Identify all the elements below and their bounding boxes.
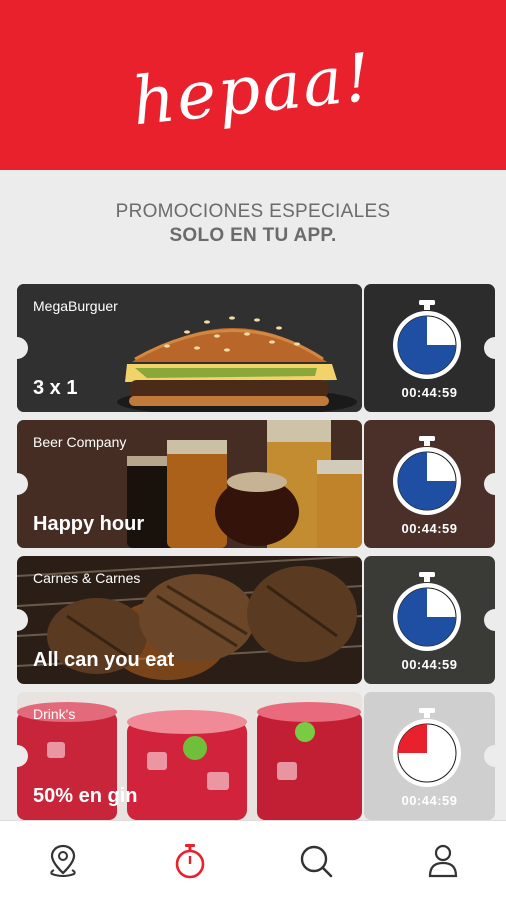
nav-promotions-button[interactable] bbox=[160, 831, 220, 891]
stopwatch-icon bbox=[175, 843, 205, 878]
promo-ticket[interactable]: Beer Company Happy hour bbox=[17, 420, 362, 548]
location-pin-icon bbox=[50, 844, 76, 877]
app-logo: hepaa! bbox=[129, 38, 377, 140]
promo-card-carnes-carnes[interactable]: Carnes & Carnes All can you eat 00:44:59 bbox=[17, 556, 495, 684]
vendor-name: Carnes & Carnes bbox=[33, 570, 141, 586]
bottom-navigation bbox=[0, 820, 506, 900]
countdown-stopwatch-icon bbox=[393, 708, 461, 787]
promo-ticket[interactable]: Carnes & Carnes All can you eat bbox=[17, 556, 362, 684]
nav-search-button[interactable] bbox=[286, 831, 346, 891]
countdown-time: 00:44:59 bbox=[401, 385, 458, 400]
offer-label: 3 x 1 bbox=[33, 377, 78, 399]
vendor-name: Beer Company bbox=[33, 434, 127, 450]
app-header: hepaa! bbox=[0, 0, 506, 170]
nav-location-button[interactable] bbox=[33, 831, 93, 891]
timer-ticket: 00:44:59 bbox=[364, 692, 495, 820]
promo-card-drinks[interactable]: Drink's 50% en gin 00:44:59 bbox=[17, 692, 495, 820]
promo-heading-line2: SOLO EN TU APP. bbox=[169, 225, 337, 246]
promo-heading: PROMOCIONES ESPECIALES SOLO EN TU APP. bbox=[0, 200, 506, 248]
vendor-name: Drink's bbox=[33, 706, 76, 722]
vendor-name: MegaBurguer bbox=[33, 298, 118, 314]
promo-ticket[interactable]: MegaBurguer 3 x 1 bbox=[17, 284, 362, 412]
user-icon bbox=[428, 844, 457, 877]
timer-ticket: 00:44:59 bbox=[364, 420, 495, 548]
promo-heading-line1: PROMOCIONES ESPECIALES bbox=[115, 201, 391, 222]
offer-label: Happy hour bbox=[33, 513, 145, 535]
search-icon bbox=[301, 845, 333, 877]
promo-card-beer-company[interactable]: Beer Company Happy hour 00:44:59 bbox=[17, 420, 495, 548]
countdown-time: 00:44:59 bbox=[401, 657, 458, 672]
promo-card-megaburguer[interactable]: MegaBurguer 3 x 1 00:44:59 bbox=[17, 284, 495, 412]
time-remaining-wedge bbox=[398, 724, 427, 753]
promo-ticket[interactable]: Drink's 50% en gin bbox=[17, 692, 362, 820]
promotions-list[interactable]: MegaBurguer 3 x 1 00:44:59 Beer Company … bbox=[17, 284, 495, 820]
countdown-time: 00:44:59 bbox=[401, 793, 458, 808]
countdown-stopwatch-icon bbox=[393, 572, 461, 651]
countdown-stopwatch-icon bbox=[393, 436, 461, 515]
offer-label: All can you eat bbox=[33, 649, 175, 671]
nav-profile-button[interactable] bbox=[413, 831, 473, 891]
countdown-time: 00:44:59 bbox=[401, 521, 458, 536]
timer-ticket: 00:44:59 bbox=[364, 284, 495, 412]
timer-ticket: 00:44:59 bbox=[364, 556, 495, 684]
countdown-stopwatch-icon bbox=[393, 300, 461, 379]
offer-label: 50% en gin bbox=[33, 785, 138, 807]
